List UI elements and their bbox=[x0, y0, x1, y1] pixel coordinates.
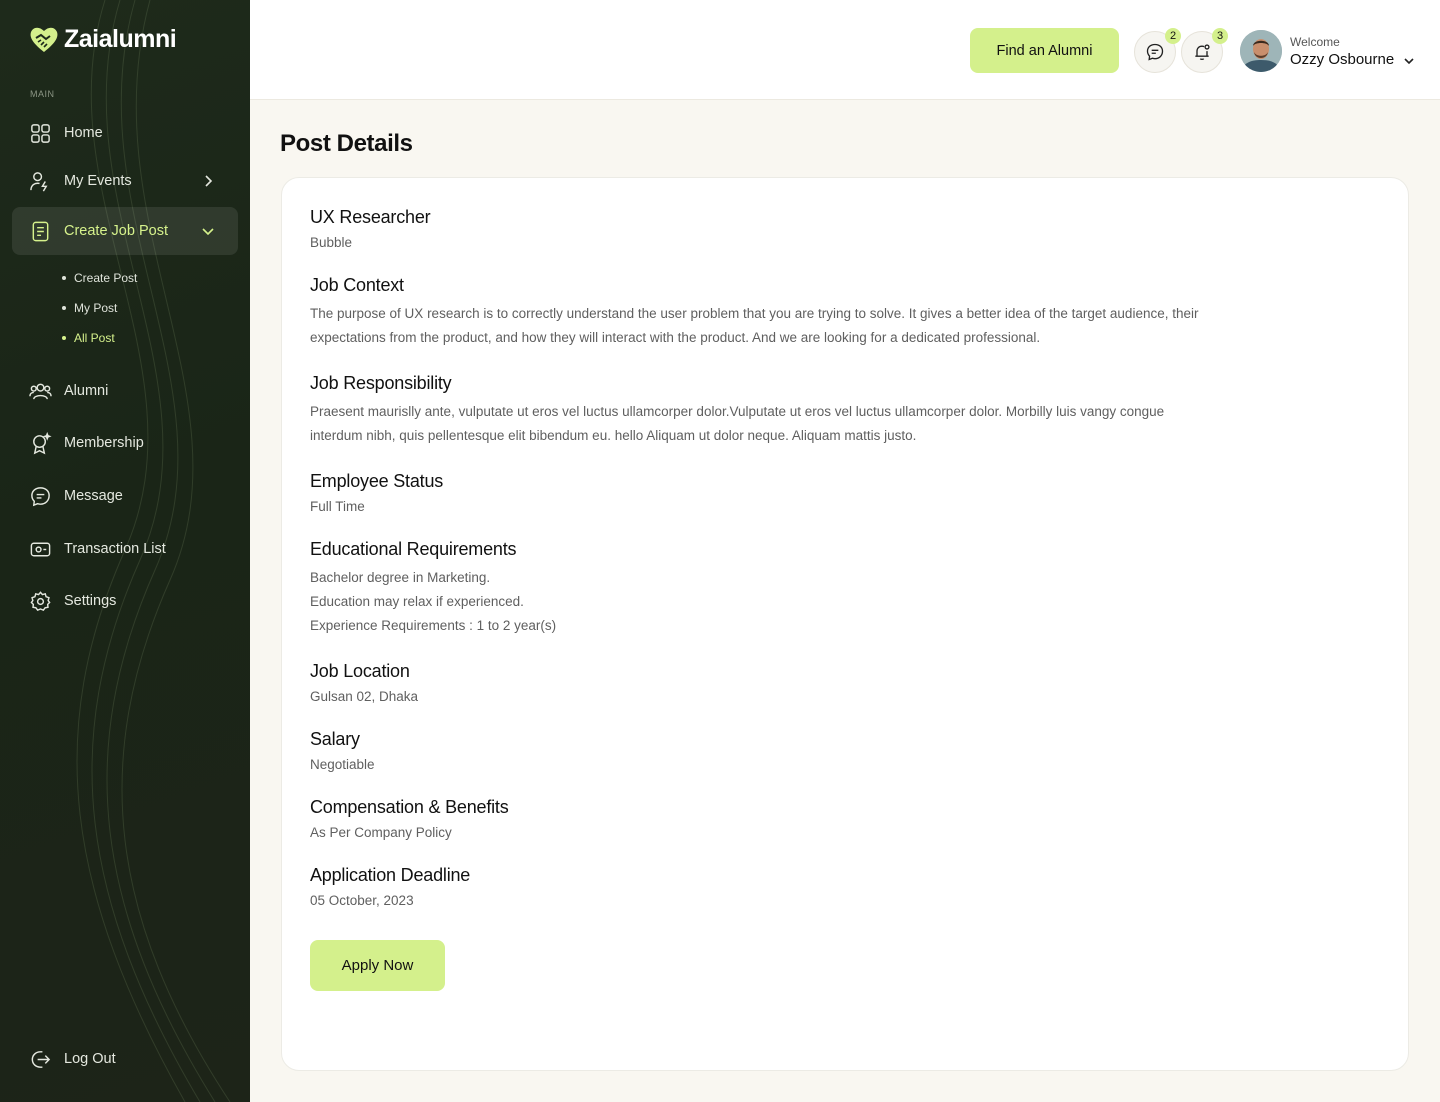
experience-line: Experience Requirements : 1 to 2 year(s) bbox=[310, 618, 557, 633]
gear-icon bbox=[30, 590, 51, 611]
user-photo-icon bbox=[1240, 30, 1282, 72]
sidebar-item-settings[interactable]: Settings bbox=[12, 577, 238, 625]
sidebar-item-transaction-list[interactable]: Transaction List bbox=[12, 525, 238, 573]
sidebar-subitem-label: All Post bbox=[74, 331, 115, 345]
bullet-icon bbox=[62, 336, 66, 340]
sidebar-item-label: Message bbox=[64, 488, 123, 504]
logout-button[interactable]: Log Out bbox=[12, 1035, 238, 1083]
handshake-heart-icon bbox=[30, 27, 58, 52]
find-alumni-button[interactable]: Find an Alumni bbox=[970, 28, 1119, 73]
chevron-down-icon bbox=[202, 228, 214, 236]
welcome-label: Welcome bbox=[1290, 35, 1340, 49]
logout-icon bbox=[31, 1050, 51, 1068]
deadline-text: 05 October, 2023 bbox=[310, 893, 414, 908]
sidebar-item-label: Membership bbox=[64, 435, 144, 451]
benefits-text: As Per Company Policy bbox=[310, 825, 452, 840]
job-title: UX Researcher bbox=[310, 207, 431, 227]
deadline-heading: Application Deadline bbox=[310, 865, 471, 885]
apply-now-button[interactable]: Apply Now bbox=[310, 940, 445, 991]
sidebar-item-alumni[interactable]: Alumni bbox=[12, 367, 238, 415]
bullet-icon bbox=[62, 306, 66, 310]
logout-label: Log Out bbox=[64, 1051, 116, 1067]
education-line: Bachelor degree in Marketing. bbox=[310, 570, 491, 585]
education-line: Education may relax if experienced. bbox=[310, 594, 524, 609]
chevron-right-icon bbox=[205, 175, 213, 187]
education-heading: Educational Requirements bbox=[310, 539, 517, 559]
messages-button[interactable]: 2 bbox=[1134, 28, 1181, 73]
salary-heading: Salary bbox=[310, 729, 360, 749]
sidebar-subitem-all-post[interactable]: All Post bbox=[62, 331, 115, 345]
notification-count-badge: 3 bbox=[1212, 28, 1228, 44]
job-responsibility-heading: Job Responsibility bbox=[310, 373, 452, 393]
message-count-badge: 2 bbox=[1165, 28, 1181, 44]
sidebar-item-label: Create Job Post bbox=[64, 223, 168, 239]
job-responsibility-text: Praesent maurislly ante, vulputate ut er… bbox=[310, 404, 1165, 443]
sidebar-item-membership[interactable]: Membership bbox=[12, 419, 238, 467]
sidebar-item-create-job-post[interactable]: Create Job Post bbox=[12, 207, 238, 255]
job-location-text: Gulsan 02, Dhaka bbox=[310, 689, 419, 704]
page-title: Post Details bbox=[280, 130, 413, 157]
sidebar-subitem-create-post[interactable]: Create Post bbox=[62, 271, 137, 285]
sidebar-item-home[interactable]: Home bbox=[12, 109, 238, 157]
avatar[interactable] bbox=[1240, 30, 1282, 72]
job-context-heading: Job Context bbox=[310, 275, 404, 295]
sidebar-item-label: Home bbox=[64, 125, 103, 141]
sidebar-item-my-events[interactable]: My Events bbox=[12, 157, 238, 205]
salary-text: Negotiable bbox=[310, 757, 375, 772]
chevron-down-icon[interactable] bbox=[1402, 54, 1416, 68]
job-context-text: The purpose of UX research is to correct… bbox=[310, 306, 1199, 345]
sidebar-subitem-label: Create Post bbox=[74, 271, 138, 285]
bell-icon bbox=[1195, 44, 1210, 60]
employee-status-text: Full Time bbox=[310, 499, 365, 514]
sidebar: Zaialumni MAIN Home My Events Create Job… bbox=[0, 0, 250, 1102]
notifications-button[interactable]: 3 bbox=[1181, 28, 1228, 73]
sidebar-item-label: Transaction List bbox=[64, 541, 166, 557]
users-icon bbox=[29, 383, 52, 399]
employee-status-heading: Employee Status bbox=[310, 471, 444, 491]
chat-icon bbox=[1146, 43, 1164, 61]
badge-icon bbox=[33, 431, 52, 454]
sidebar-subitem-my-post[interactable]: My Post bbox=[62, 301, 117, 315]
top-header: Find an Alumni 2 3 Welcome Ozzy Osbourne bbox=[250, 0, 1440, 100]
benefits-heading: Compensation & Benefits bbox=[310, 797, 509, 817]
user-lightning-icon bbox=[30, 171, 48, 191]
app-name: Zaialumni bbox=[64, 24, 177, 53]
sidebar-item-label: My Events bbox=[64, 173, 132, 189]
wallet-icon bbox=[30, 542, 51, 556]
sidebar-item-label: Alumni bbox=[64, 383, 109, 399]
company-name: Bubble bbox=[310, 235, 353, 250]
sidebar-subitem-label: My Post bbox=[74, 301, 118, 315]
user-name[interactable]: Ozzy Osbourne bbox=[1290, 51, 1394, 68]
message-icon bbox=[31, 486, 50, 506]
nav-section-label: MAIN bbox=[30, 89, 55, 99]
bullet-icon bbox=[62, 276, 66, 280]
grid-icon bbox=[31, 123, 50, 143]
job-location-heading: Job Location bbox=[310, 661, 410, 681]
sidebar-item-label: Settings bbox=[64, 593, 117, 609]
sidebar-item-message[interactable]: Message bbox=[12, 472, 238, 520]
document-icon bbox=[32, 221, 49, 241]
app-logo[interactable]: Zaialumni bbox=[28, 24, 177, 54]
